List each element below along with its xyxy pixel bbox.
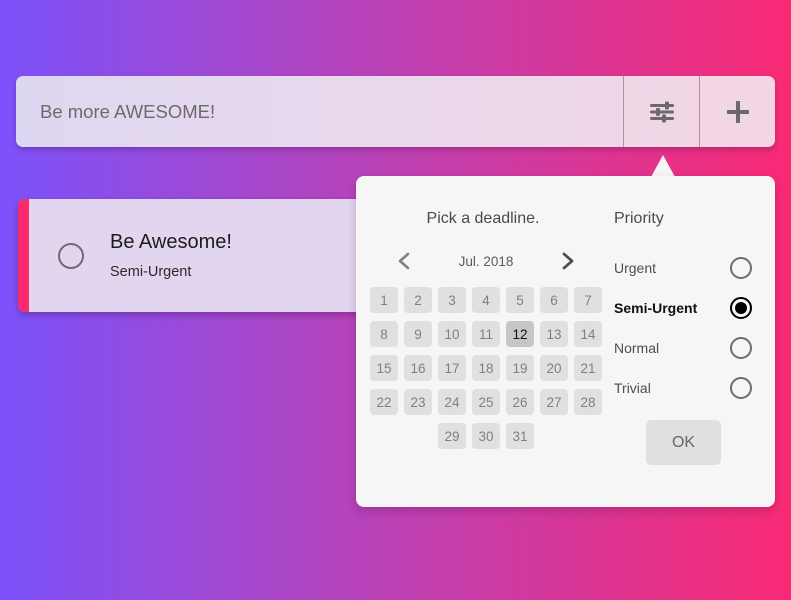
priority-option-normal[interactable]: Normal [614, 328, 775, 368]
calendar-day-21[interactable]: 21 [574, 355, 602, 381]
add-task-button[interactable] [699, 76, 775, 147]
calendar-day-3[interactable]: 3 [438, 287, 466, 313]
priority-selector: Urgent Semi-Urgent Normal Trivial OK [610, 248, 775, 465]
calendar-day-26[interactable]: 26 [506, 389, 534, 415]
calendar-next-month-button[interactable] [560, 251, 576, 271]
calendar-day-16[interactable]: 16 [404, 355, 432, 381]
priority-option-urgent[interactable]: Urgent [614, 248, 775, 288]
radio-unchecked-icon[interactable] [730, 337, 752, 359]
calendar-day-11[interactable]: 11 [472, 321, 500, 347]
calendar-day-18[interactable]: 18 [472, 355, 500, 381]
priority-option-list: Urgent Semi-Urgent Normal Trivial [614, 248, 775, 408]
task-title: Be Awesome! [110, 230, 232, 253]
task-priority-label: Semi-Urgent [110, 263, 192, 280]
radio-checked-icon[interactable] [730, 297, 752, 319]
calendar-day-12[interactable]: 12 [506, 321, 534, 347]
calendar-nav: Jul. 2018 [362, 248, 610, 274]
task-priority-accent [18, 199, 29, 312]
sliders-icon [648, 100, 676, 124]
calendar-month-label: Jul. 2018 [458, 253, 514, 269]
calendar-day-4[interactable]: 4 [472, 287, 500, 313]
calendar-heading: Pick a deadline. [426, 210, 540, 227]
calendar-day-5[interactable]: 5 [506, 287, 534, 313]
calendar-day-17[interactable]: 17 [438, 355, 466, 381]
priority-option-label: Semi-Urgent [614, 300, 698, 316]
popup-body: Jul. 2018 1 2 3 4 5 6 7 8 9 10 11 12 13 14 15 16 17 18 19 2… [356, 228, 775, 465]
popup-actions: OK [614, 420, 775, 465]
ok-button[interactable]: OK [646, 420, 721, 465]
calendar-day-22[interactable]: 22 [370, 389, 398, 415]
calendar-day-14[interactable]: 14 [574, 321, 602, 347]
new-task-input[interactable] [16, 76, 623, 147]
calendar-day-8[interactable]: 8 [370, 321, 398, 347]
task-card-text: Be Awesome! Semi-Urgent [110, 232, 232, 280]
calendar-day-24[interactable]: 24 [438, 389, 466, 415]
app-root: Be Awesome! Semi-Urgent Pick a deadline.… [0, 0, 791, 600]
calendar-day-19[interactable]: 19 [506, 355, 534, 381]
calendar-day-20[interactable]: 20 [540, 355, 568, 381]
priority-option-label: Trivial [614, 380, 651, 396]
plus-icon [725, 99, 751, 125]
calendar-day-1[interactable]: 1 [370, 287, 398, 313]
calendar-blank-cell [404, 423, 432, 449]
calendar-day-15[interactable]: 15 [370, 355, 398, 381]
calendar-day-31[interactable]: 31 [506, 423, 534, 449]
popup-headings: Pick a deadline. Priority [356, 176, 775, 228]
priority-option-semi-urgent[interactable]: Semi-Urgent [614, 288, 775, 328]
task-complete-checkbox[interactable] [58, 242, 84, 269]
task-options-popup: Pick a deadline. Priority Jul. 2018 1 2 … [356, 176, 775, 507]
radio-unchecked-icon[interactable] [730, 257, 752, 279]
chevron-left-icon [396, 252, 412, 274]
calendar-day-25[interactable]: 25 [472, 389, 500, 415]
new-task-bar [16, 76, 775, 147]
deadline-calendar: Jul. 2018 1 2 3 4 5 6 7 8 9 10 11 12 13 14 15 16 17 18 19 2… [356, 248, 610, 465]
calendar-day-28[interactable]: 28 [574, 389, 602, 415]
calendar-prev-month-button[interactable] [396, 251, 412, 271]
calendar-day-9[interactable]: 9 [404, 321, 432, 347]
popup-pointer-arrow [651, 155, 675, 177]
calendar-day-2[interactable]: 2 [404, 287, 432, 313]
calendar-day-13[interactable]: 13 [540, 321, 568, 347]
calendar-day-23[interactable]: 23 [404, 389, 432, 415]
priority-option-label: Urgent [614, 260, 657, 276]
calendar-day-29[interactable]: 29 [438, 423, 466, 449]
filter-button[interactable] [623, 76, 699, 147]
calendar-blank-cell [370, 423, 398, 449]
radio-unchecked-icon[interactable] [730, 377, 752, 399]
priority-option-label: Normal [614, 340, 660, 356]
calendar-day-30[interactable]: 30 [472, 423, 500, 449]
calendar-day-7[interactable]: 7 [574, 287, 602, 313]
chevron-right-icon [560, 252, 576, 274]
calendar-day-27[interactable]: 27 [540, 389, 568, 415]
calendar-day-grid: 1 2 3 4 5 6 7 8 9 10 11 12 13 14 15 16 17 18 19 20 21 22 23 24 2… [362, 287, 610, 449]
calendar-day-6[interactable]: 6 [540, 287, 568, 313]
priority-heading: Priority [614, 210, 664, 227]
calendar-day-10[interactable]: 10 [438, 321, 466, 347]
priority-option-trivial[interactable]: Trivial [614, 368, 775, 408]
